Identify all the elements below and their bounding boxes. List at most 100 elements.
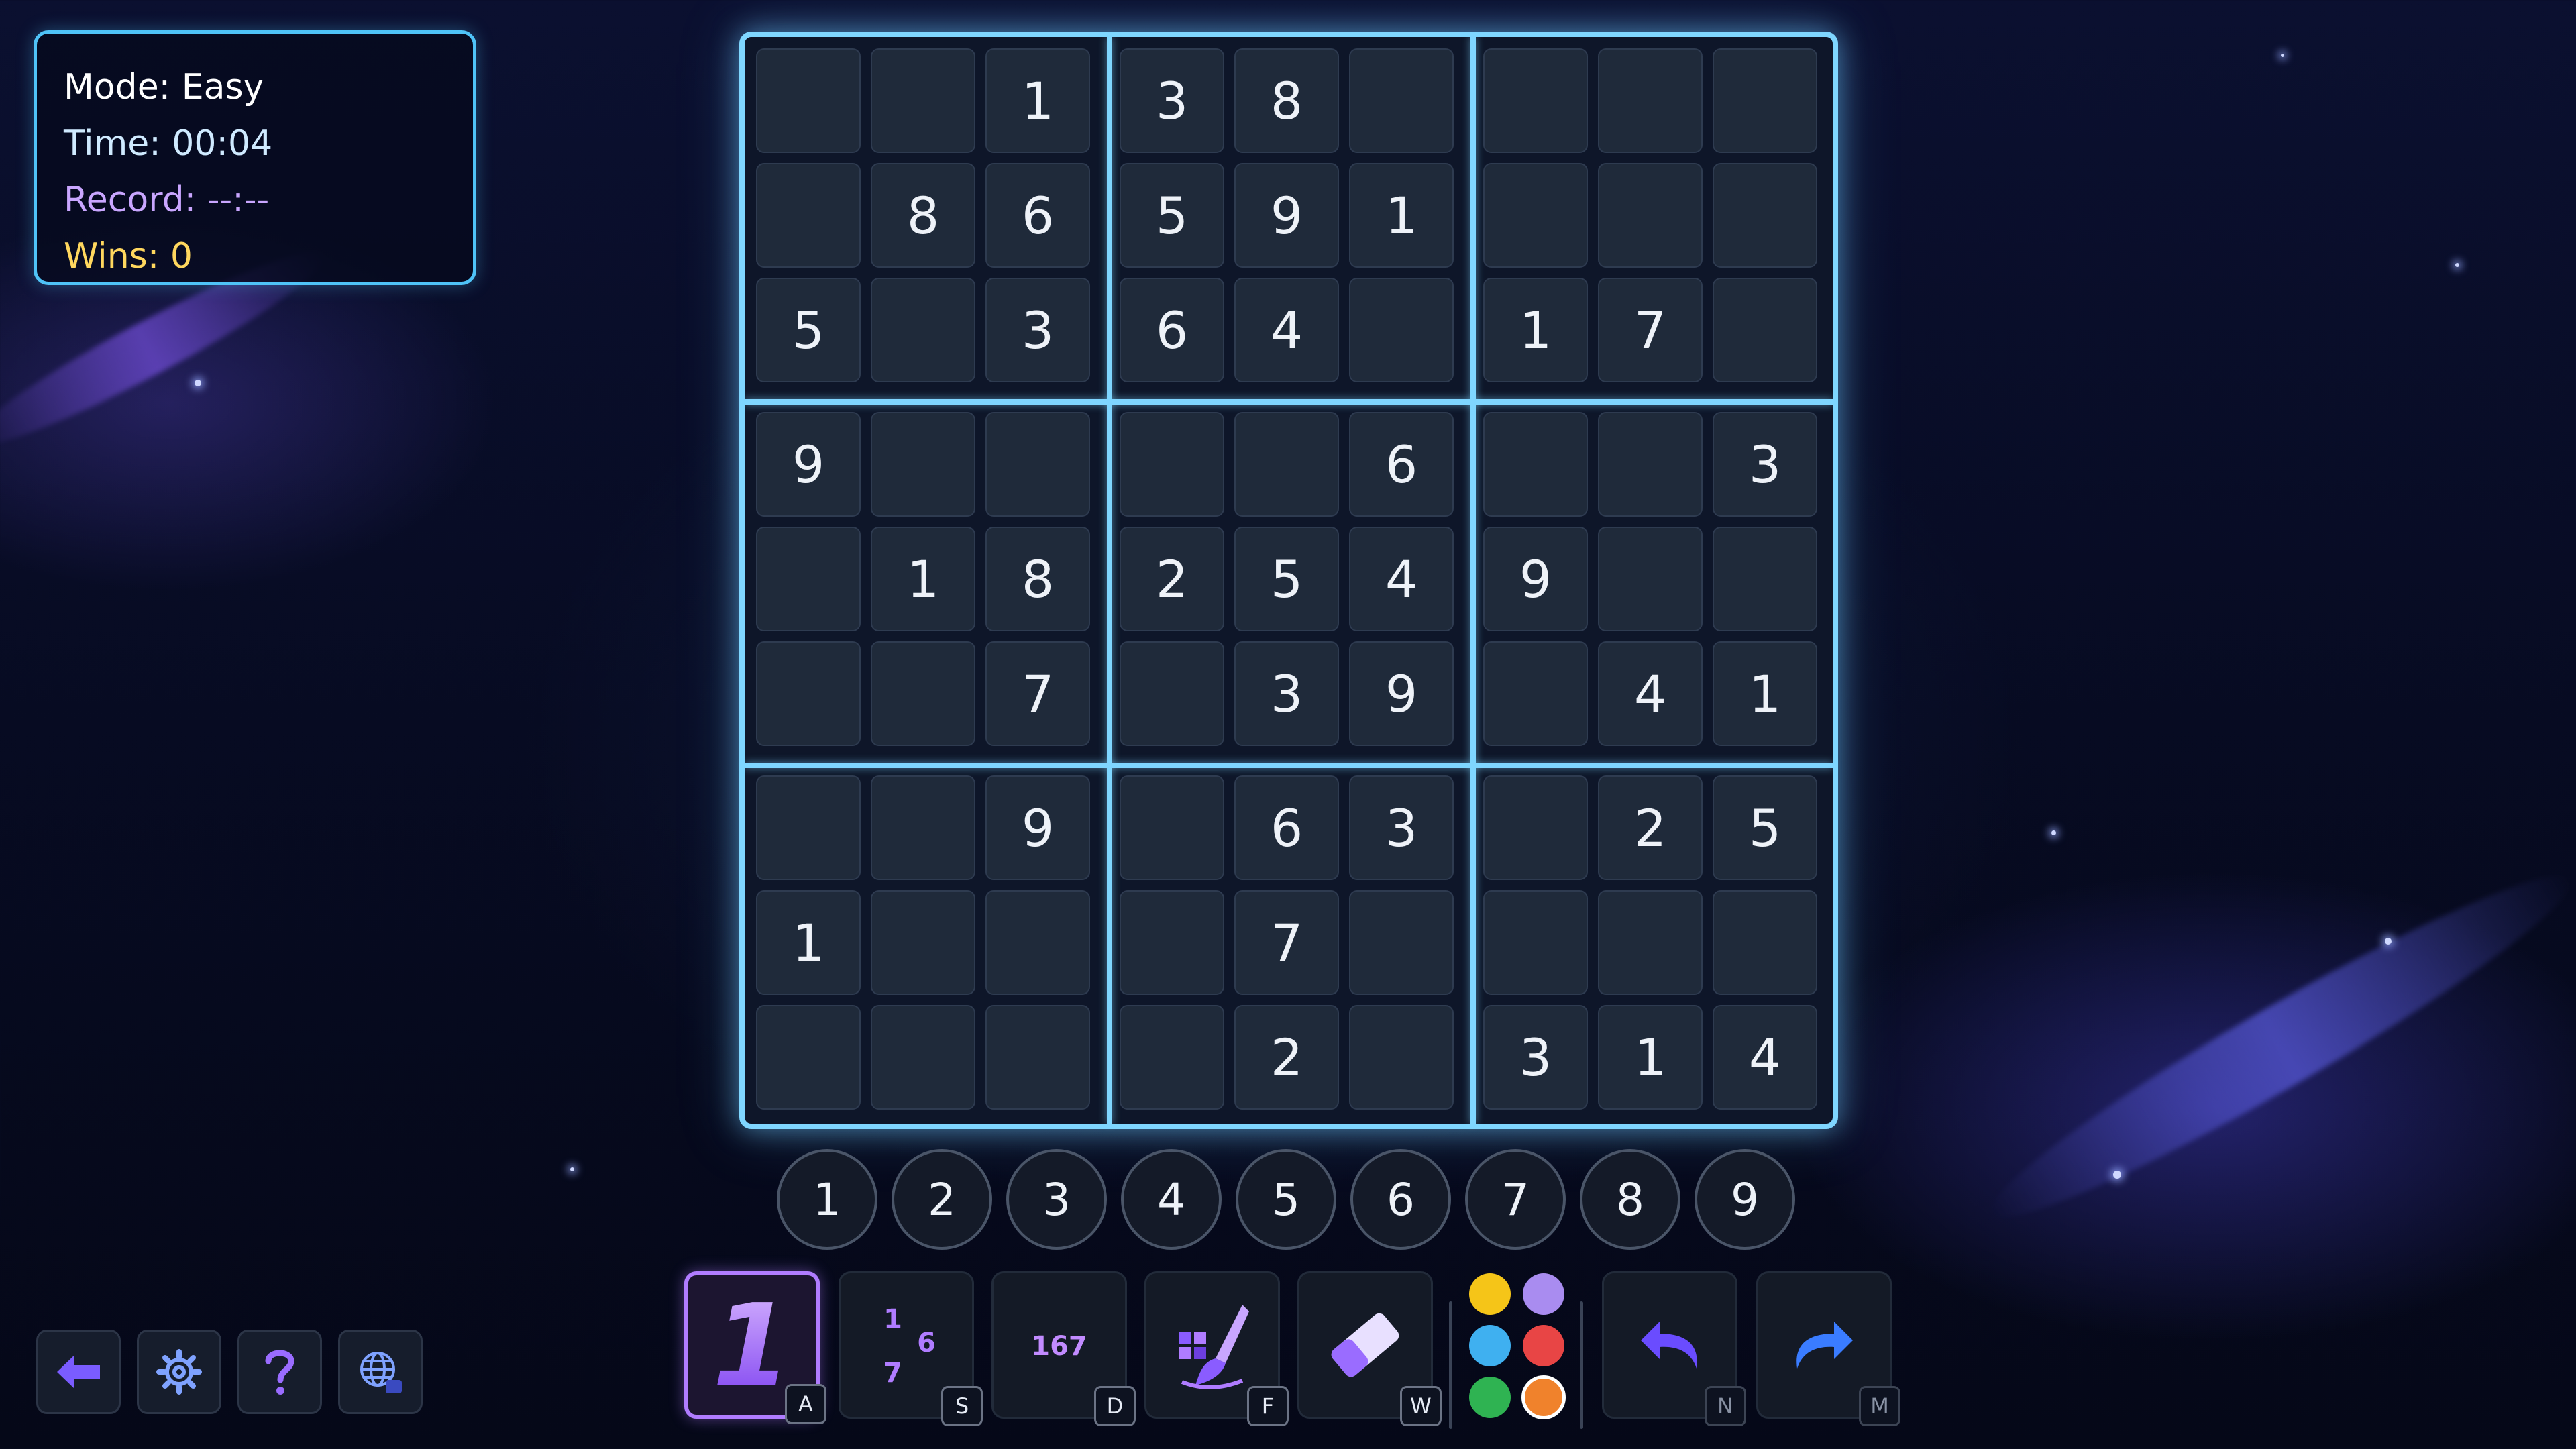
sudoku-cell[interactable] <box>871 48 975 153</box>
sudoku-cell[interactable]: 4 <box>1598 641 1703 746</box>
sudoku-cell[interactable]: 6 <box>1120 278 1224 382</box>
sudoku-cell[interactable]: 8 <box>871 163 975 268</box>
sudoku-cell[interactable] <box>871 278 975 382</box>
sudoku-cell[interactable] <box>1120 890 1224 995</box>
sudoku-cell[interactable] <box>1713 527 1817 631</box>
redo-button[interactable]: M <box>1756 1271 1900 1426</box>
sudoku-cell[interactable] <box>871 890 975 995</box>
sudoku-cell[interactable]: 1 <box>985 48 1090 153</box>
sudoku-cell[interactable] <box>1713 278 1817 382</box>
sudoku-cell[interactable] <box>756 641 861 746</box>
sudoku-cell[interactable]: 6 <box>1349 412 1454 517</box>
sudoku-cell[interactable]: 3 <box>1713 412 1817 517</box>
sudoku-cell[interactable] <box>1349 1005 1454 1110</box>
undo-button[interactable]: N <box>1602 1271 1746 1426</box>
sudoku-cell[interactable]: 7 <box>1598 278 1703 382</box>
sudoku-cell[interactable]: 6 <box>1234 775 1339 880</box>
sudoku-cell[interactable]: 3 <box>1234 641 1339 746</box>
sudoku-cell[interactable]: 5 <box>1120 163 1224 268</box>
sudoku-cell[interactable]: 1 <box>871 527 975 631</box>
sudoku-cell[interactable]: 1 <box>1483 278 1588 382</box>
sudoku-cell[interactable]: 3 <box>1120 48 1224 153</box>
erase-button[interactable]: W <box>1297 1271 1442 1426</box>
number-pad-button[interactable]: 5 <box>1236 1149 1336 1250</box>
multi-candidate-mode-button[interactable]: 167 D <box>991 1271 1136 1426</box>
language-button[interactable] <box>338 1330 423 1414</box>
sudoku-cell[interactable]: 7 <box>1234 890 1339 995</box>
color-orange-selected[interactable] <box>1521 1375 1566 1419</box>
sudoku-cell[interactable]: 9 <box>1483 527 1588 631</box>
sudoku-cell[interactable]: 1 <box>1598 1005 1703 1110</box>
sudoku-cell[interactable] <box>871 641 975 746</box>
number-pad-button[interactable]: 8 <box>1580 1149 1680 1250</box>
sudoku-cell[interactable] <box>1598 163 1703 268</box>
sudoku-cell[interactable] <box>1349 48 1454 153</box>
sudoku-cell[interactable] <box>1713 890 1817 995</box>
sudoku-cell[interactable]: 4 <box>1349 527 1454 631</box>
color-green[interactable] <box>1469 1377 1511 1418</box>
sudoku-cell[interactable]: 1 <box>1349 163 1454 268</box>
number-pad-button[interactable]: 1 <box>777 1149 877 1250</box>
sudoku-cell[interactable] <box>1483 775 1588 880</box>
sudoku-cell[interactable] <box>1713 48 1817 153</box>
sudoku-cell[interactable]: 4 <box>1234 278 1339 382</box>
sudoku-cell[interactable]: 3 <box>1349 775 1454 880</box>
color-red[interactable] <box>1523 1325 1564 1366</box>
sudoku-cell[interactable] <box>1483 48 1588 153</box>
sudoku-cell[interactable] <box>756 527 861 631</box>
candidate-mode-button[interactable]: 1 6 7 S <box>839 1271 983 1426</box>
paint-mode-button[interactable]: F <box>1144 1271 1289 1426</box>
sudoku-cell[interactable] <box>871 775 975 880</box>
sudoku-cell[interactable] <box>1483 890 1588 995</box>
sudoku-cell[interactable] <box>1483 412 1588 517</box>
sudoku-cell[interactable]: 9 <box>1349 641 1454 746</box>
sudoku-cell[interactable] <box>1234 412 1339 517</box>
sudoku-cell[interactable] <box>1349 890 1454 995</box>
sudoku-cell[interactable] <box>1598 412 1703 517</box>
sudoku-cell[interactable]: 1 <box>756 890 861 995</box>
sudoku-cell[interactable]: 9 <box>1234 163 1339 268</box>
number-pad-button[interactable]: 6 <box>1350 1149 1451 1250</box>
sudoku-cell[interactable] <box>1120 641 1224 746</box>
sudoku-cell[interactable] <box>756 163 861 268</box>
sudoku-cell[interactable]: 1 <box>1713 641 1817 746</box>
number-pad-button[interactable]: 3 <box>1006 1149 1107 1250</box>
sudoku-cell[interactable] <box>756 775 861 880</box>
sudoku-cell[interactable]: 9 <box>985 775 1090 880</box>
sudoku-cell[interactable]: 8 <box>1234 48 1339 153</box>
sudoku-cell[interactable] <box>1483 163 1588 268</box>
sudoku-cell[interactable]: 7 <box>985 641 1090 746</box>
number-pad-button[interactable]: 2 <box>892 1149 992 1250</box>
sudoku-cell[interactable] <box>1598 48 1703 153</box>
color-yellow[interactable] <box>1469 1273 1511 1315</box>
sudoku-cell[interactable]: 6 <box>985 163 1090 268</box>
sudoku-cell[interactable]: 2 <box>1120 527 1224 631</box>
sudoku-cell[interactable]: 2 <box>1234 1005 1339 1110</box>
sudoku-cell[interactable] <box>1120 412 1224 517</box>
number-pad-button[interactable]: 4 <box>1121 1149 1222 1250</box>
sudoku-cell[interactable] <box>756 1005 861 1110</box>
sudoku-cell[interactable] <box>1483 641 1588 746</box>
sudoku-cell[interactable] <box>871 412 975 517</box>
sudoku-cell[interactable] <box>985 890 1090 995</box>
sudoku-cell[interactable]: 9 <box>756 412 861 517</box>
sudoku-cell[interactable]: 5 <box>1234 527 1339 631</box>
sudoku-cell[interactable] <box>1349 278 1454 382</box>
sudoku-cell[interactable]: 5 <box>756 278 861 382</box>
settings-button[interactable] <box>137 1330 221 1414</box>
sudoku-cell[interactable] <box>871 1005 975 1110</box>
sudoku-cell[interactable]: 8 <box>985 527 1090 631</box>
sudoku-cell[interactable]: 3 <box>985 278 1090 382</box>
color-blue[interactable] <box>1469 1325 1511 1366</box>
number-pad-button[interactable]: 9 <box>1695 1149 1795 1250</box>
sudoku-cell[interactable] <box>1713 163 1817 268</box>
sudoku-cell[interactable]: 2 <box>1598 775 1703 880</box>
sudoku-cell[interactable] <box>985 1005 1090 1110</box>
sudoku-cell[interactable]: 3 <box>1483 1005 1588 1110</box>
normal-mode-button[interactable]: 1 A <box>684 1271 826 1424</box>
sudoku-cell[interactable] <box>1598 527 1703 631</box>
sudoku-cell[interactable] <box>756 48 861 153</box>
number-pad-button[interactable]: 7 <box>1465 1149 1566 1250</box>
sudoku-cell[interactable] <box>985 412 1090 517</box>
color-lavender[interactable] <box>1523 1273 1564 1315</box>
